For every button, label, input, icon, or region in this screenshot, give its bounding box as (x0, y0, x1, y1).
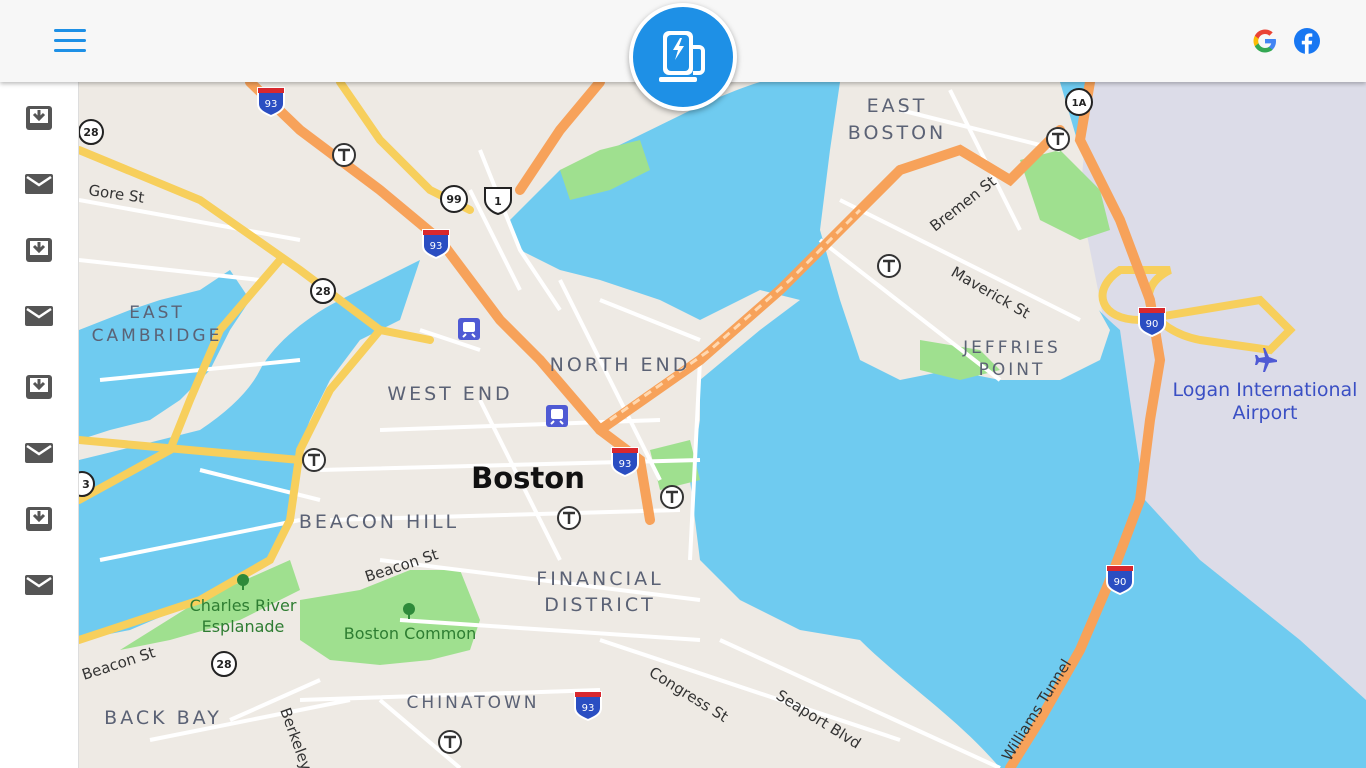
mail-icon[interactable] (24, 302, 54, 330)
train-station-icon (458, 318, 480, 340)
svg-text:93: 93 (582, 703, 595, 714)
label-esplanade-2: Esplanade (202, 617, 285, 636)
label-back-bay: BACK BAY (104, 707, 222, 729)
shield-i90-2: 90 (1106, 565, 1134, 596)
label-airport-2: Airport (1232, 402, 1297, 424)
shield-r1a: 1A (1065, 88, 1093, 116)
t-station-icon (877, 254, 901, 278)
train-station-icon (546, 405, 568, 427)
label-east-boston-2: BOSTON (848, 122, 947, 144)
label-east-cambridge-1: EAST (129, 303, 185, 323)
ev-charging-station-icon[interactable] (629, 3, 737, 111)
label-east-boston-1: EAST (867, 95, 928, 117)
label-financial-1: FINANCIAL (536, 568, 663, 590)
svg-text:28: 28 (315, 285, 330, 298)
t-station-icon (660, 485, 684, 509)
label-chinatown: CHINATOWN (407, 693, 540, 713)
sidebar (0, 82, 79, 768)
download-icon[interactable] (24, 373, 54, 401)
svg-text:90: 90 (1114, 577, 1127, 588)
label-esplanade-1: Charles River (190, 596, 297, 615)
t-station-icon (1046, 127, 1070, 151)
svg-text:1A: 1A (1072, 98, 1087, 109)
svg-text:99: 99 (446, 193, 461, 206)
svg-text:1: 1 (494, 195, 502, 208)
google-icon[interactable] (1250, 26, 1280, 56)
facebook-icon[interactable] (1292, 26, 1322, 56)
download-icon[interactable] (24, 236, 54, 264)
label-jeffries-1: JEFFRIES (962, 338, 1061, 358)
svg-text:90: 90 (1146, 319, 1159, 330)
download-icon[interactable] (24, 505, 54, 533)
svg-text:93: 93 (430, 241, 443, 252)
label-beacon-hill: BEACON HILL (299, 511, 459, 533)
mail-icon[interactable] (24, 439, 54, 467)
mail-icon[interactable] (24, 571, 54, 599)
city-label: Boston (471, 461, 585, 495)
shield-r28-2: 28 (310, 278, 336, 304)
svg-text:3: 3 (82, 478, 90, 491)
shield-r28-1: 28 (79, 119, 104, 145)
t-station-icon (557, 506, 581, 530)
svg-text:93: 93 (619, 459, 632, 470)
svg-text:28: 28 (216, 658, 231, 671)
ev-charger-glyph (659, 31, 705, 82)
label-airport-1: Logan International (1173, 379, 1358, 401)
shield-i93-1: 93 (257, 87, 285, 118)
label-north-end: NORTH END (550, 354, 691, 376)
shield-i90-1: 90 (1138, 307, 1166, 338)
shield-i93-2: 93 (422, 229, 450, 260)
label-east-cambridge-2: CAMBRIDGE (92, 326, 223, 346)
hamburger-menu-icon[interactable] (52, 26, 88, 56)
shield-r3: 3 (79, 471, 95, 497)
t-station-icon (438, 730, 462, 754)
shield-r99: 99 (440, 185, 468, 213)
shield-r28-3: 28 (211, 651, 237, 677)
shield-i93-4: 93 (574, 691, 602, 722)
label-boston-common: Boston Common (344, 624, 476, 643)
svg-text:93: 93 (265, 99, 278, 110)
t-station-icon (332, 143, 356, 167)
download-icon[interactable] (24, 104, 54, 132)
shield-i93-3: 93 (611, 447, 639, 478)
map-canvas[interactable]: 93 93 93 93 90 90 28 28 28 99 1 1A 3 EAS… (79, 82, 1366, 768)
label-west-end: WEST END (387, 383, 512, 405)
t-station-icon (302, 448, 326, 472)
label-jeffries-2: POINT (979, 360, 1046, 380)
label-financial-2: DISTRICT (544, 594, 656, 616)
map-view[interactable]: 93 93 93 93 90 90 28 28 28 99 1 1A 3 EAS… (79, 82, 1366, 768)
svg-text:28: 28 (83, 126, 98, 139)
mail-icon[interactable] (24, 170, 54, 198)
